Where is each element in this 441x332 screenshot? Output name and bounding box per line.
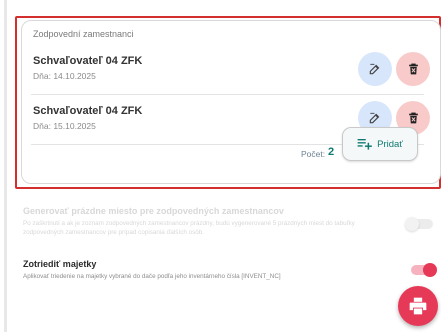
employee-name: Schvaľovateľ 04 ZFK xyxy=(33,55,143,67)
employee-name: Schvaľovateľ 04 ZFK xyxy=(33,105,143,117)
edit-icon xyxy=(369,63,380,75)
card-title: Zodpovední zamestnanci xyxy=(33,29,134,39)
add-employee-label: Pridať xyxy=(377,138,403,150)
edit-button[interactable] xyxy=(358,52,392,86)
add-employee-button[interactable]: Pridať xyxy=(342,127,418,161)
delete-button[interactable] xyxy=(396,52,430,86)
count-value: 2 xyxy=(328,146,335,158)
playlist-add-icon xyxy=(357,139,372,150)
toggle-knob xyxy=(405,217,419,231)
print-button[interactable] xyxy=(398,286,438,326)
edit-icon xyxy=(369,112,380,124)
trash-icon xyxy=(408,112,418,124)
setting-title: Generovať prázdne miesto pre zodpovednýc… xyxy=(23,206,284,216)
count-label: Počet: xyxy=(301,149,326,159)
setting-description: Aplikovať triedenie na majetky vybrané d… xyxy=(23,273,281,280)
divider xyxy=(31,94,424,95)
employee-date: Dňa: 15.10.2025 xyxy=(33,121,96,131)
setting-description: Po zaškrtnutí a ak je zoznam zodpovednýc… xyxy=(23,220,355,236)
trash-icon xyxy=(408,63,418,75)
employee-date: Dňa: 14.10.2025 xyxy=(33,71,96,81)
toggle-knob xyxy=(423,263,437,277)
setting-title: Zotriediť majetky xyxy=(23,259,97,269)
print-icon xyxy=(409,297,427,315)
left-edge-strip xyxy=(4,0,7,332)
